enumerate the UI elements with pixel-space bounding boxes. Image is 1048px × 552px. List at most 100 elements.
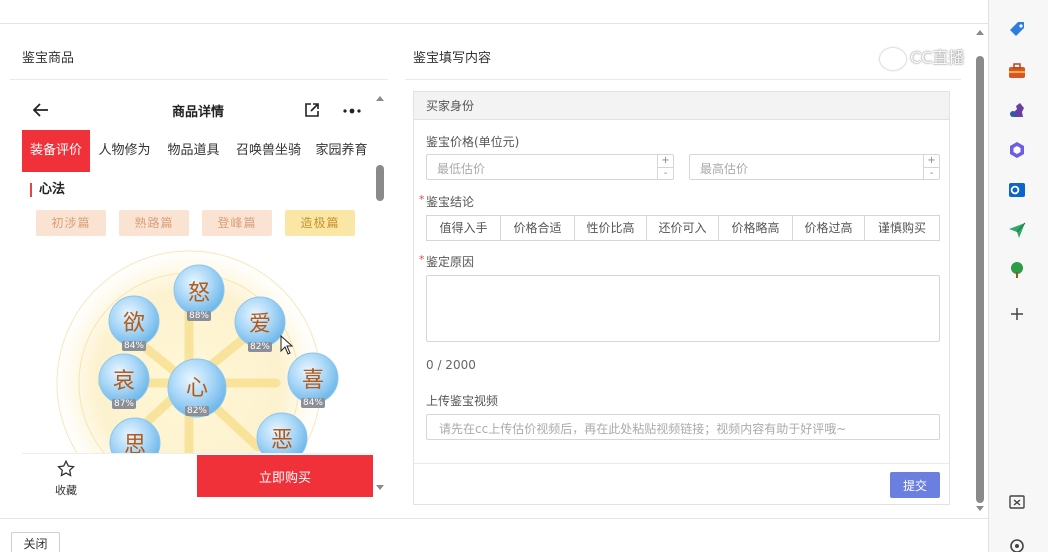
share-icon[interactable] bbox=[303, 101, 321, 119]
max-price-stepper[interactable]: + - bbox=[923, 155, 939, 179]
emotion-char: 欲 bbox=[122, 311, 145, 336]
emotion-bubble: 欲 84% bbox=[119, 305, 149, 352]
decrement-icon[interactable]: - bbox=[924, 167, 939, 179]
tab-home[interactable]: 家园养育 bbox=[309, 130, 374, 172]
conclusion-option[interactable]: 价格略高 bbox=[719, 216, 793, 240]
video-url-input[interactable]: 请先在cc上传估价视频后，再在此处粘贴视频链接；视频内容有助于好评哦~ bbox=[426, 414, 940, 440]
conclusion-options: 值得入手 价格合适 性价比高 还价可入 价格略高 价格过高 谨慎购买 bbox=[426, 215, 940, 241]
more-icon[interactable] bbox=[342, 102, 362, 118]
settings-icon[interactable] bbox=[1006, 535, 1028, 552]
conclusion-label-text: 鉴宝结论 bbox=[426, 195, 475, 209]
emotion-char: 怒 bbox=[187, 281, 210, 306]
star-icon bbox=[57, 459, 75, 477]
appraisal-form: 买家身份 鉴宝价格(单位元) 最低估价 + - 最高估价 + - * 鉴宝结论 值得… bbox=[413, 91, 950, 505]
max-price-input[interactable]: 最高估价 + - bbox=[689, 154, 940, 180]
conclusion-option[interactable]: 价格过高 bbox=[793, 216, 865, 240]
conclusion-option[interactable]: 性价比高 bbox=[575, 216, 647, 240]
required-mark: * bbox=[419, 193, 425, 206]
increment-icon[interactable]: + bbox=[924, 155, 939, 167]
emotion-percent: 82% bbox=[247, 342, 272, 352]
emotion-char: 喜 bbox=[301, 368, 324, 393]
send-icon[interactable] bbox=[1006, 219, 1028, 241]
outlook-icon[interactable] bbox=[1006, 179, 1028, 201]
reason-label: * 鉴定原因 bbox=[419, 253, 475, 270]
close-button[interactable]: 关闭 bbox=[11, 532, 60, 552]
chapter-pills: 初涉篇 熟路篇 登峰篇 造极篇 bbox=[36, 210, 355, 236]
emotion-bubble: 爱 82% bbox=[245, 306, 275, 353]
max-price-placeholder: 最高估价 bbox=[700, 162, 749, 176]
emotion-bubble: 喜 84% bbox=[298, 362, 328, 409]
chapter-pill[interactable]: 初涉篇 bbox=[36, 210, 106, 236]
conclusion-label: * 鉴宝结论 bbox=[419, 193, 475, 210]
video-url-placeholder: 请先在cc上传估价视频后，再在此处粘贴视频链接；视频内容有助于好评哦~ bbox=[439, 422, 847, 436]
tag-icon[interactable] bbox=[1006, 19, 1028, 41]
emotion-bubble: 怒 88% bbox=[184, 275, 214, 322]
left-section-title: 鉴宝商品 bbox=[22, 51, 75, 66]
chapter-pill-selected[interactable]: 造极篇 bbox=[285, 210, 355, 236]
scroll-thumb[interactable] bbox=[976, 56, 984, 503]
scroll-down-icon[interactable] bbox=[376, 485, 384, 490]
min-price-stepper[interactable]: + - bbox=[657, 155, 673, 179]
phone-header-title: 商品详情 bbox=[171, 105, 224, 120]
left-section-divider bbox=[10, 79, 388, 80]
reason-textarea[interactable] bbox=[426, 275, 940, 342]
plus-icon[interactable] bbox=[1006, 303, 1028, 325]
tab-items[interactable]: 物品道具 bbox=[159, 130, 228, 172]
emotion-percent: 87% bbox=[111, 399, 136, 409]
footer-divider bbox=[0, 518, 988, 519]
required-mark: * bbox=[419, 253, 425, 266]
top-bar bbox=[0, 0, 988, 24]
chapter-pill[interactable]: 登峰篇 bbox=[202, 210, 272, 236]
screenshot-icon[interactable] bbox=[1006, 491, 1028, 513]
right-section-divider bbox=[405, 79, 961, 80]
price-label: 鉴宝价格(单位元) bbox=[426, 135, 520, 149]
reason-label-text: 鉴定原因 bbox=[426, 255, 475, 269]
buy-now-button[interactable]: 立即购买 bbox=[197, 455, 373, 497]
favorite-button[interactable]: 收藏 bbox=[50, 459, 82, 498]
submit-button[interactable]: 提交 bbox=[890, 472, 940, 498]
form-footer-divider bbox=[414, 463, 949, 464]
mind-section-title: 心法 bbox=[30, 183, 65, 197]
emotion-bubble-center: 心 82% bbox=[182, 370, 212, 417]
min-price-placeholder: 最低估价 bbox=[437, 162, 486, 176]
conclusion-option[interactable]: 值得入手 bbox=[427, 216, 501, 240]
browser-sidebar bbox=[988, 0, 1048, 552]
conclusion-option[interactable]: 价格合适 bbox=[501, 216, 575, 240]
scroll-up-icon[interactable] bbox=[976, 30, 984, 35]
decrement-icon[interactable]: - bbox=[658, 167, 673, 179]
phone-header: 商品详情 bbox=[22, 90, 374, 130]
emotion-percent: 84% bbox=[300, 398, 325, 408]
scroll-down-icon[interactable] bbox=[976, 506, 984, 511]
tab-character[interactable]: 人物修为 bbox=[90, 130, 159, 172]
watermark-logo-icon bbox=[880, 47, 906, 70]
emotion-char: 哀 bbox=[112, 369, 135, 394]
emotion-char: 心 bbox=[185, 376, 208, 401]
mouse-cursor-icon bbox=[280, 335, 294, 355]
increment-icon[interactable]: + bbox=[658, 155, 673, 167]
watermark: CC直播 bbox=[880, 44, 964, 70]
char-counter: 0 / 2000 bbox=[426, 358, 476, 372]
conclusion-option[interactable]: 还价可入 bbox=[647, 216, 719, 240]
emotion-percent: 84% bbox=[121, 341, 146, 351]
min-price-input[interactable]: 最低估价 + - bbox=[426, 154, 674, 180]
briefcase-icon[interactable] bbox=[1006, 60, 1028, 82]
right-section-title: 鉴宝填写内容 bbox=[413, 51, 492, 66]
chess-icon[interactable] bbox=[1006, 99, 1028, 121]
emotion-bubble: 恶 bbox=[267, 422, 297, 454]
tab-equipment-review[interactable]: 装备评价 bbox=[22, 130, 90, 172]
chapter-pill[interactable]: 熟路篇 bbox=[119, 210, 189, 236]
copilot-icon[interactable] bbox=[1006, 139, 1028, 161]
tree-icon[interactable] bbox=[1006, 259, 1028, 281]
emotion-percent: 88% bbox=[186, 311, 211, 321]
conclusion-option[interactable]: 谨慎购买 bbox=[865, 216, 939, 240]
scroll-up-icon[interactable] bbox=[376, 96, 384, 101]
emotion-char: 爱 bbox=[248, 312, 271, 337]
emotion-char: 恶 bbox=[270, 428, 293, 453]
page-scrollbar[interactable] bbox=[973, 24, 987, 517]
phone-scrollbar[interactable] bbox=[374, 90, 386, 495]
scroll-thumb[interactable] bbox=[376, 165, 384, 201]
tab-summon-mount[interactable]: 召唤兽坐骑 bbox=[228, 130, 309, 172]
form-header: 买家身份 bbox=[414, 92, 949, 120]
emotion-percent: 82% bbox=[184, 406, 209, 416]
emotion-bubble: 哀 87% bbox=[109, 363, 139, 410]
